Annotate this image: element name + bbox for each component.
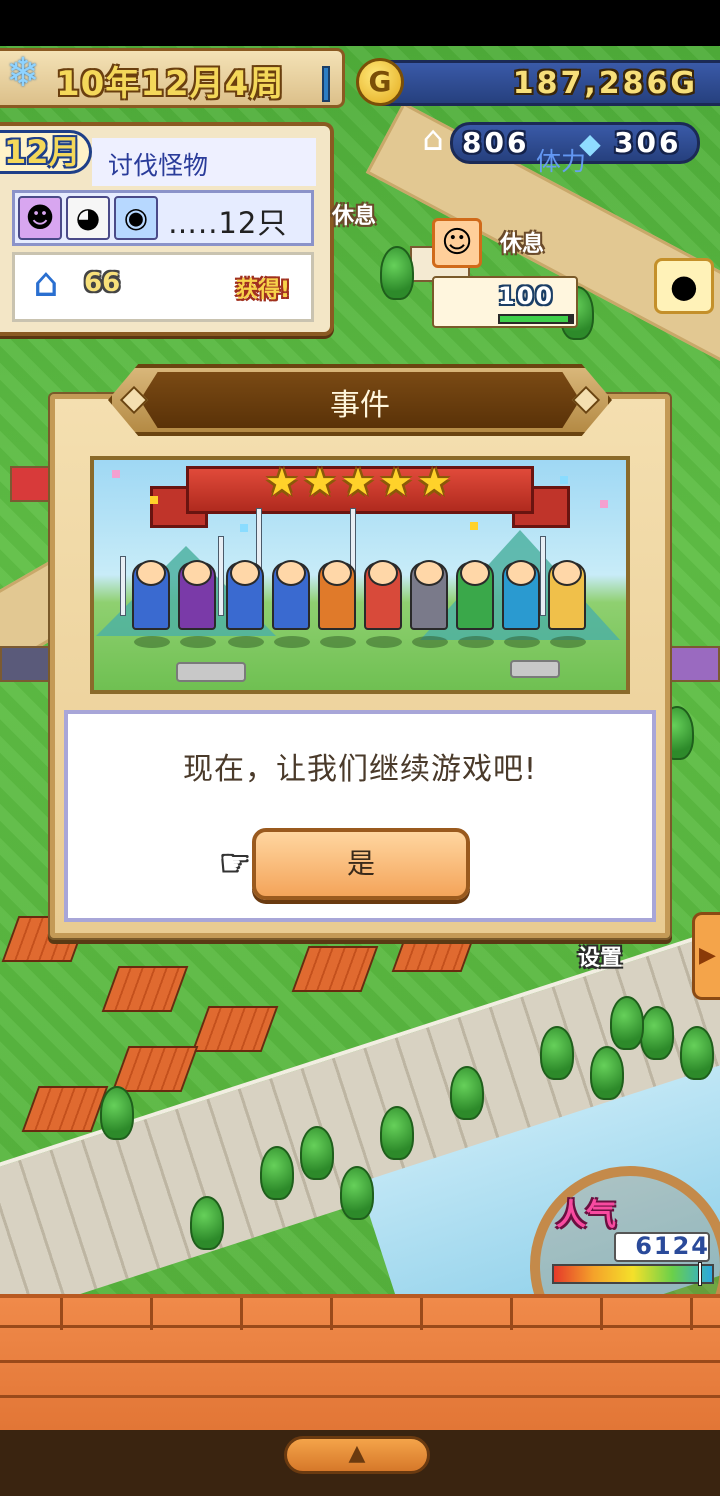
quest-title: 讨伐怪物 (108, 151, 209, 180)
hero-shadow (274, 636, 310, 648)
brick-joint (330, 1298, 333, 1330)
confetti (150, 496, 158, 504)
house-roof (191, 1006, 279, 1052)
tree (300, 1126, 334, 1180)
popularity-meter (552, 1264, 714, 1284)
rock (176, 662, 246, 682)
yes-button[interactable]: 是 (252, 828, 470, 900)
tree (380, 246, 414, 300)
hero-shadow (366, 636, 402, 648)
hero-head (322, 560, 352, 586)
popularity-meter-cursor (698, 1262, 702, 1286)
confetti (560, 476, 568, 484)
popularity-label: 人气 (556, 1198, 616, 1233)
menu-toggle-button[interactable]: ▲ (284, 1436, 430, 1474)
crystal-count: 306 (614, 126, 682, 159)
gold-coin-icon: G (356, 58, 404, 106)
rest-status-label: 休息 (332, 204, 377, 229)
tree (610, 996, 644, 1050)
tree (260, 1146, 294, 1200)
brick-joint (420, 1298, 423, 1330)
tree (540, 1026, 574, 1080)
tree (450, 1066, 484, 1120)
hero-shadow (228, 636, 264, 648)
gold-amount: 187,286G (512, 66, 698, 101)
worker-avatar[interactable]: ☺ (432, 218, 482, 268)
brick-joint (510, 1298, 513, 1330)
hero-head (230, 560, 260, 586)
game-date: 10年12月4周 (56, 64, 285, 104)
tree (190, 1196, 224, 1250)
hero-shadow (504, 636, 540, 648)
hero-head (460, 560, 490, 586)
hero-shadow (550, 636, 586, 648)
spear (540, 536, 546, 616)
power-value: 100 (498, 282, 555, 310)
house-icon: ⌂ (33, 260, 59, 306)
hero-shadow (180, 636, 216, 648)
house-icon: ⌂ (422, 119, 444, 159)
hero-head (368, 560, 398, 586)
monster-icon-snail: ◉ (114, 196, 158, 240)
dialog-message: 现在，让我们继续游戏吧! (182, 752, 538, 787)
settings-label[interactable]: 设置 (578, 940, 622, 972)
hero-head (182, 560, 212, 586)
rating-stars: ★★★★★ (264, 460, 456, 504)
quest-count: …..12只 (168, 206, 288, 240)
dialog-title: 事件 (330, 388, 390, 423)
potato-icon[interactable]: ● (654, 258, 714, 314)
hero-head (506, 560, 536, 586)
tree (640, 1006, 674, 1060)
brick-joint (150, 1298, 153, 1330)
hero-head (552, 560, 582, 586)
confetti (600, 500, 608, 508)
brick-joint (60, 1298, 63, 1330)
hero-shadow (412, 636, 448, 648)
brick-joint (690, 1298, 693, 1330)
side-menu-arrow-icon[interactable]: ▶ (692, 912, 720, 1000)
hero-shadow (320, 636, 356, 648)
hero-head (136, 560, 166, 586)
tree (380, 1106, 414, 1160)
up-arrow-icon: ▲ (348, 1441, 366, 1466)
stamina-label: 体力 (536, 147, 587, 176)
hero-head (276, 560, 306, 586)
brick-joint (600, 1298, 603, 1330)
snowflake-icon: ❄ (6, 50, 40, 96)
house-roof (111, 1046, 199, 1092)
power-bar-fill (500, 316, 568, 322)
reward-value: 66 (84, 268, 121, 298)
reward-get-label: 获得! (236, 278, 291, 303)
tree (340, 1166, 374, 1220)
confetti (240, 524, 248, 532)
tree (680, 1026, 714, 1080)
confetti (470, 522, 478, 530)
rest-status-label: 休息 (500, 232, 545, 257)
house-roof (101, 966, 189, 1012)
brick-menu-bar (0, 1294, 720, 1430)
tree (100, 1086, 134, 1140)
confetti (112, 470, 120, 478)
house-roof (21, 1086, 109, 1132)
quest-month: 12月 (0, 130, 92, 174)
rock (510, 660, 560, 678)
hero-head (414, 560, 444, 586)
popularity-value: 6124 (635, 1232, 710, 1260)
tree (590, 1046, 624, 1100)
monster-icon-purple: ☻ (18, 196, 62, 240)
monster-icon-white-bear: ◕ (66, 196, 110, 240)
brick-joint (240, 1298, 243, 1330)
house-roof (291, 946, 379, 992)
axe (120, 556, 126, 616)
hero-shadow (134, 636, 170, 648)
house-count: 806 (462, 126, 530, 159)
week-progress-gauge (322, 66, 330, 102)
hero-shadow (458, 636, 494, 648)
spear (218, 536, 224, 616)
